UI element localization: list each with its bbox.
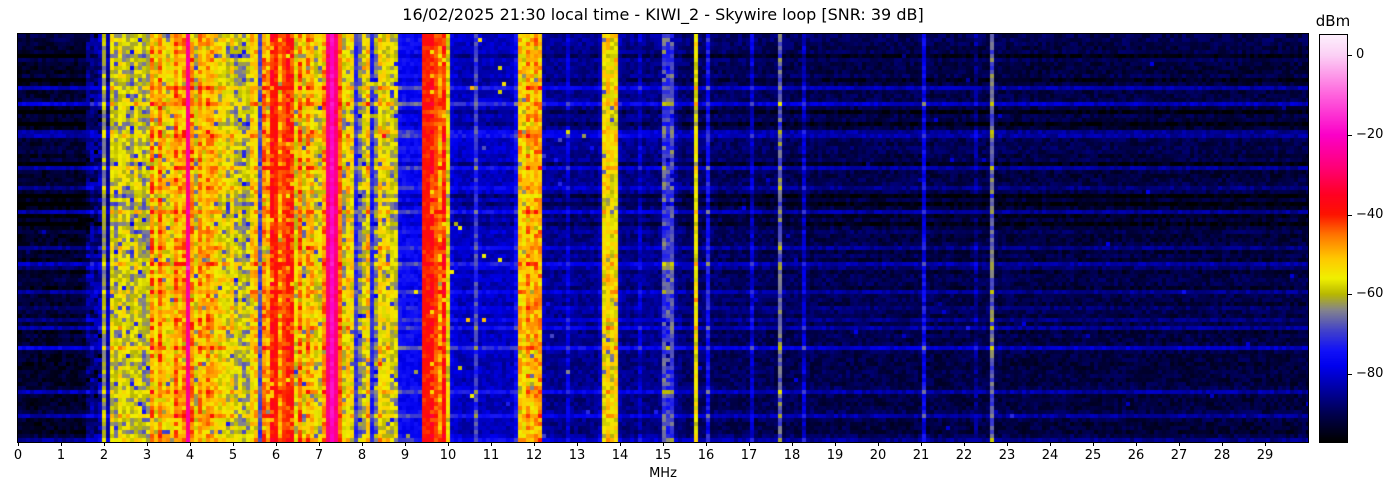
x-tick-mark	[147, 442, 148, 446]
x-tick-label: 10	[439, 448, 457, 463]
x-tick-mark	[448, 442, 449, 446]
x-tick-mark	[620, 442, 621, 446]
x-tick-mark	[1050, 442, 1051, 446]
colorbar-tick-label: −20	[1356, 126, 1384, 142]
x-tick-mark	[1007, 442, 1008, 446]
x-tick-label: 13	[568, 448, 586, 463]
x-tick-label: 25	[1084, 448, 1102, 463]
x-tick-label: 9	[400, 448, 410, 463]
colorbar-unit-label: dBm	[1315, 12, 1351, 30]
colorbar-tick-label: 0	[1356, 46, 1365, 62]
x-tick-label: 16	[697, 448, 715, 463]
colorbar-tick-label: −40	[1356, 206, 1384, 222]
colorbar-gradient	[1319, 34, 1348, 443]
x-tick-label: 22	[955, 448, 973, 463]
x-tick-mark	[964, 442, 965, 446]
x-tick-mark	[491, 442, 492, 446]
x-tick-mark	[749, 442, 750, 446]
x-tick-mark	[104, 442, 105, 446]
colorbar-tick-mark	[1347, 134, 1352, 136]
x-tick-mark	[577, 442, 578, 446]
x-tick-mark	[190, 442, 191, 446]
x-tick-label: 1	[56, 448, 66, 463]
x-tick-mark	[18, 442, 19, 446]
x-tick-label: 8	[357, 448, 367, 463]
x-tick-mark	[835, 442, 836, 446]
x-tick-label: 18	[783, 448, 801, 463]
x-tick-label: 2	[99, 448, 109, 463]
x-tick-mark	[61, 442, 62, 446]
x-tick-mark	[878, 442, 879, 446]
x-axis-label: MHz	[649, 466, 677, 481]
x-tick-mark	[534, 442, 535, 446]
chart-title: 16/02/2025 21:30 local time - KIWI_2 - S…	[402, 5, 924, 24]
x-tick-mark	[1093, 442, 1094, 446]
x-tick-label: 20	[869, 448, 887, 463]
x-tick-mark	[792, 442, 793, 446]
colorbar-tick-label: −80	[1356, 366, 1384, 382]
x-tick-label: 15	[654, 448, 672, 463]
waterfall-heatmap	[18, 34, 1308, 442]
x-tick-label: 6	[271, 448, 281, 463]
x-tick-label: 23	[998, 448, 1016, 463]
x-tick-label: 28	[1213, 448, 1231, 463]
x-tick-mark	[663, 442, 664, 446]
x-tick-mark	[276, 442, 277, 446]
x-tick-label: 29	[1256, 448, 1274, 463]
colorbar-tick-mark	[1347, 374, 1352, 376]
x-tick-label: 4	[185, 448, 195, 463]
x-tick-label: 5	[228, 448, 238, 463]
x-tick-mark	[1179, 442, 1180, 446]
x-tick-label: 26	[1127, 448, 1145, 463]
x-tick-mark	[1222, 442, 1223, 446]
x-tick-label: 3	[142, 448, 152, 463]
x-tick-label: 14	[611, 448, 629, 463]
x-tick-mark	[1136, 442, 1137, 446]
colorbar-tick-mark	[1347, 54, 1352, 56]
x-tick-label: 7	[314, 448, 324, 463]
colorbar-tick-label: −60	[1356, 286, 1384, 302]
x-tick-mark	[319, 442, 320, 446]
x-tick-mark	[1265, 442, 1266, 446]
x-tick-mark	[362, 442, 363, 446]
x-tick-label: 21	[912, 448, 930, 463]
colorbar-tick-mark	[1347, 294, 1352, 296]
x-tick-label: 24	[1041, 448, 1059, 463]
x-tick-label: 19	[826, 448, 844, 463]
x-tick-label: 12	[525, 448, 543, 463]
colorbar-tick-mark	[1347, 214, 1352, 216]
x-tick-label: 17	[740, 448, 758, 463]
waterfall-plot-area	[17, 33, 1309, 443]
x-tick-mark	[233, 442, 234, 446]
x-tick-label: 27	[1170, 448, 1188, 463]
x-tick-label: 0	[13, 448, 23, 463]
x-tick-mark	[921, 442, 922, 446]
x-tick-mark	[706, 442, 707, 446]
x-tick-label: 11	[482, 448, 500, 463]
x-tick-mark	[405, 442, 406, 446]
